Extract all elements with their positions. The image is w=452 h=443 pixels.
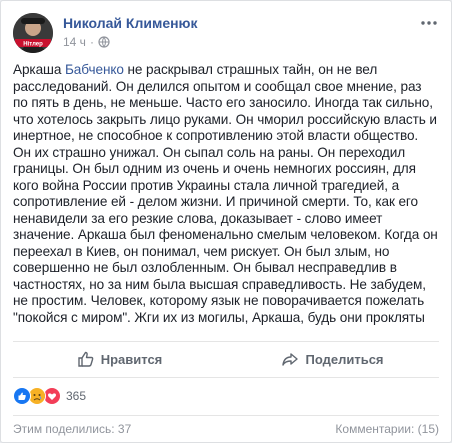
share-label: Поделиться bbox=[305, 351, 384, 367]
comments-count[interactable]: Комментарии: (15) bbox=[335, 422, 439, 436]
post-text: Аркаша Бабченко не раскрывал страшных та… bbox=[13, 62, 439, 326]
post-timestamp[interactable]: 14 ч bbox=[63, 35, 86, 49]
more-options-icon[interactable] bbox=[417, 13, 441, 33]
post-text-start: Аркаша bbox=[13, 62, 65, 77]
reactions-count[interactable]: 365 bbox=[66, 389, 86, 403]
meta-dot: · bbox=[89, 35, 94, 49]
post-header: Нітлер Николай Клименюк 14 ч · bbox=[13, 13, 441, 53]
shares-count[interactable]: Этим поделились: 37 bbox=[13, 422, 131, 436]
avatar-image: Нітлер bbox=[13, 13, 53, 53]
share-arrow-icon bbox=[282, 353, 299, 366]
post-meta: 14 ч · bbox=[63, 35, 110, 49]
like-button[interactable]: Нравится bbox=[13, 343, 226, 375]
reactions-summary[interactable]: 365 bbox=[13, 386, 86, 406]
mention-link[interactable]: Бабченко bbox=[65, 62, 124, 77]
thumbs-up-icon bbox=[78, 351, 94, 367]
post-actions: Нравится Поделиться bbox=[13, 343, 439, 375]
author-avatar[interactable]: Нітлер bbox=[13, 13, 53, 53]
facebook-post: Нітлер Николай Клименюк 14 ч · Аркаша Ба… bbox=[0, 0, 452, 443]
post-text-rest: не раскрывал страшных тайн, он не вел ра… bbox=[13, 62, 438, 325]
like-reaction-icon bbox=[13, 387, 31, 405]
globe-icon[interactable] bbox=[98, 36, 110, 48]
divider bbox=[13, 415, 439, 416]
post-footer: Этим поделились: 37 Комментарии: (15) bbox=[13, 421, 439, 437]
svg-text:Нітлер: Нітлер bbox=[23, 42, 43, 48]
share-button[interactable]: Поделиться bbox=[226, 343, 439, 375]
divider bbox=[13, 341, 439, 342]
like-label: Нравится bbox=[100, 351, 163, 367]
divider bbox=[13, 377, 439, 378]
author-name[interactable]: Николай Клименюк bbox=[63, 15, 198, 31]
